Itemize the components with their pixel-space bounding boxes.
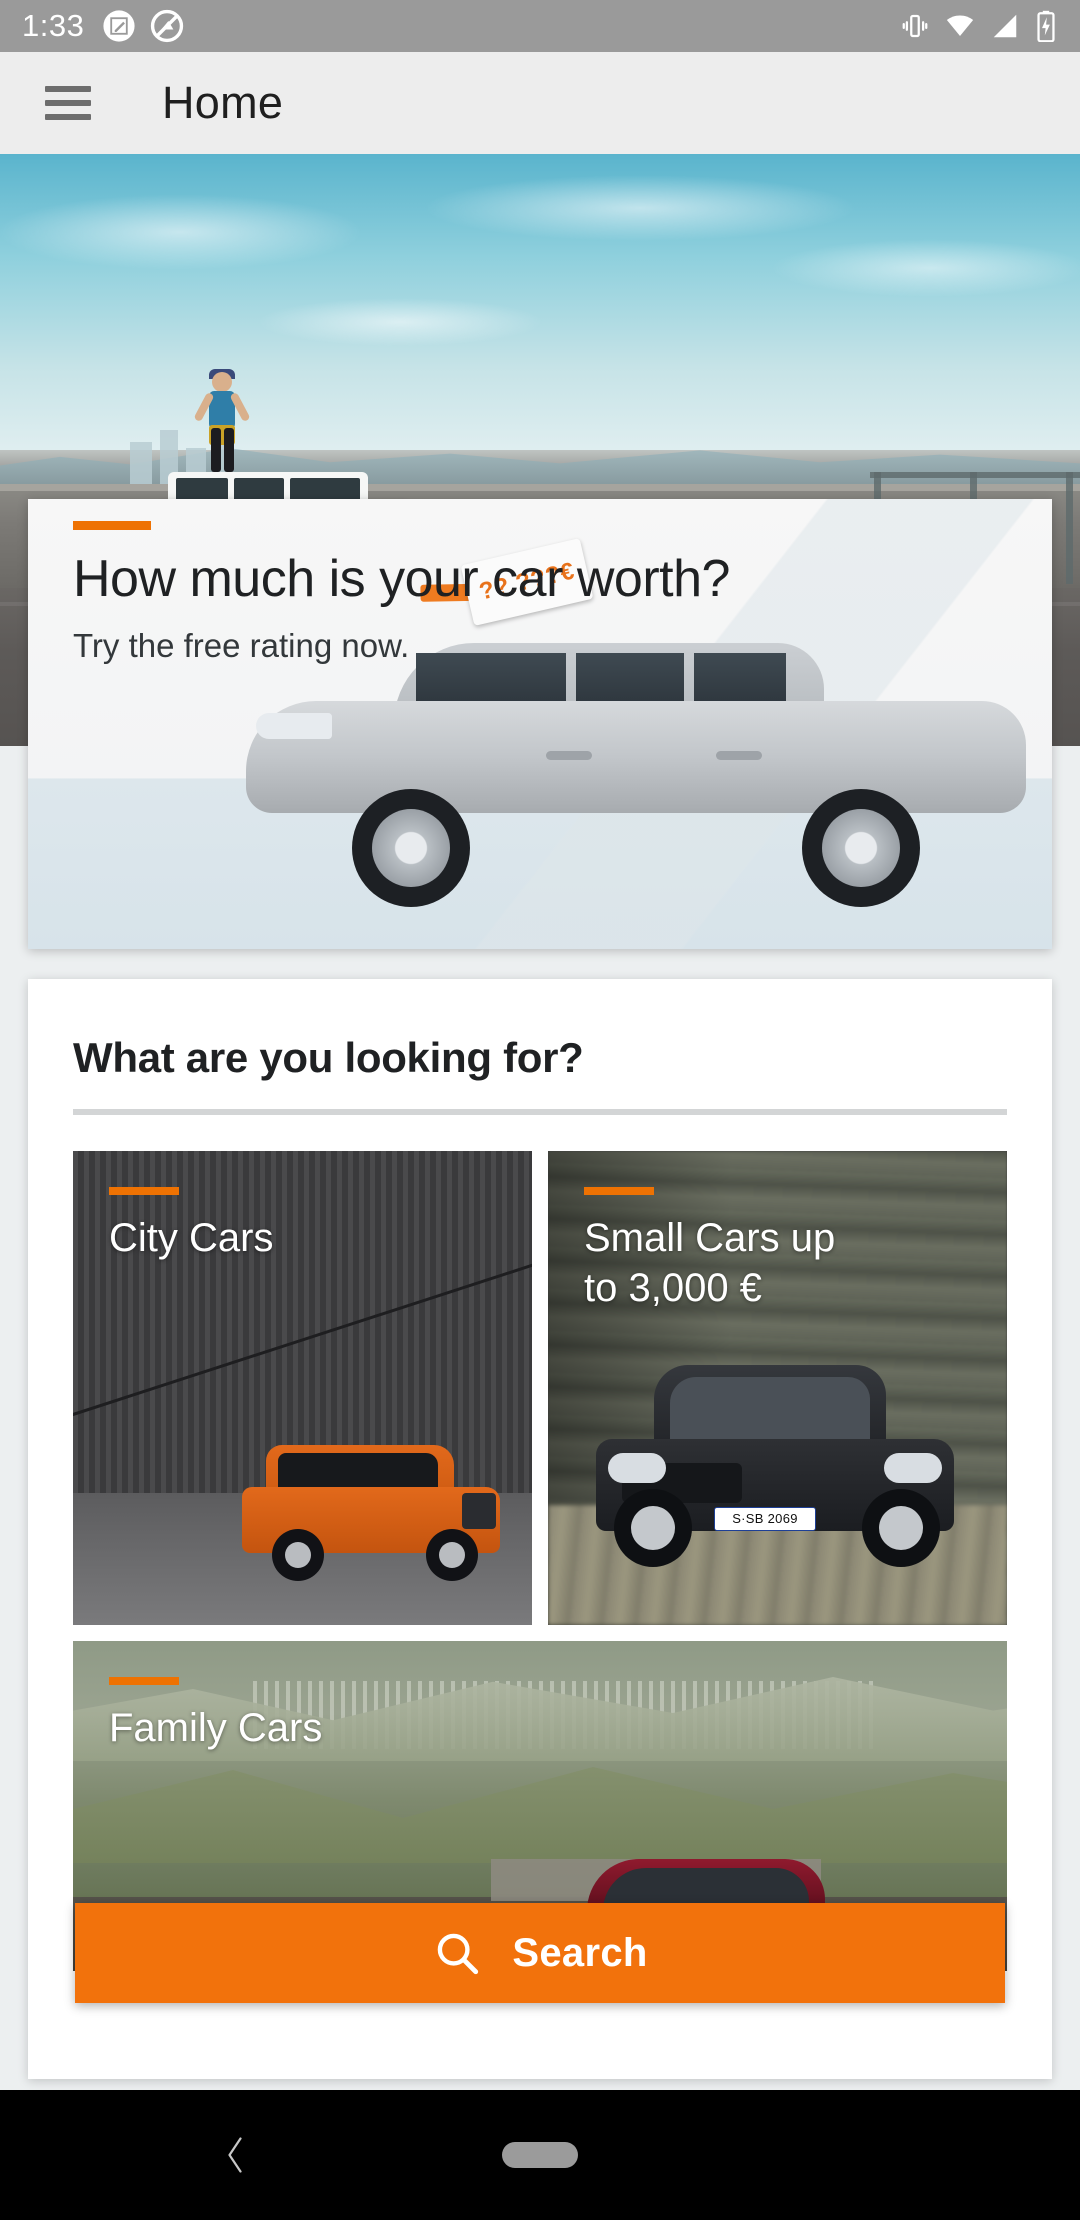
wifi-icon <box>946 15 974 36</box>
battery-charging-icon <box>1037 10 1055 42</box>
category-tile-grid: City Cars S·SB 2069 Small Cars up to 3,0… <box>73 1151 1007 1971</box>
search-button-label: Search <box>512 1930 648 1975</box>
small-cars-illustration: S·SB 2069 <box>596 1365 954 1567</box>
person-on-roof <box>193 369 251 476</box>
status-bar-left-icons <box>102 9 184 43</box>
looking-for-heading: What are you looking for? <box>73 1034 584 1081</box>
dnd-slash-icon <box>151 9 184 43</box>
car-valuation-card[interactable]: ??.???€ How much is your car worth? Try … <box>28 499 1052 949</box>
hamburger-menu-icon[interactable] <box>45 86 91 120</box>
looking-for-divider <box>73 1109 1007 1115</box>
status-bar-clock: 1:33 <box>22 8 85 43</box>
page-title: Home <box>162 77 284 128</box>
system-nav-bar <box>0 2090 1080 2220</box>
family-cars-label: Family Cars <box>109 1706 323 1750</box>
status-bar: 1:33 <box>0 0 1080 52</box>
screenshot-edit-icon <box>103 10 135 42</box>
small-cars-accent-bar <box>584 1187 654 1195</box>
search-icon <box>438 1933 479 1975</box>
hamburger-line <box>45 100 91 106</box>
city-cars-label: City Cars <box>109 1216 274 1260</box>
home-pill-icon[interactable] <box>502 2142 578 2168</box>
hamburger-line <box>45 86 91 92</box>
category-tile-city-cars[interactable]: City Cars <box>73 1151 532 1625</box>
back-chevron-icon[interactable] <box>218 2133 252 2177</box>
status-bar-right-icons <box>900 10 1058 42</box>
scroll-content[interactable]: B·K 17396 mobile.de <box>0 154 1080 2090</box>
valuation-car-illustration <box>246 639 1026 929</box>
hamburger-line <box>45 114 91 120</box>
city-cars-accent-bar <box>109 1187 179 1195</box>
search-button[interactable]: Search <box>75 1903 1005 2003</box>
phone-screen: 1:33 Home ??.???€ How much is your car w… <box>0 0 1080 2220</box>
category-tile-row: City Cars S·SB 2069 Small Cars up to 3,0… <box>73 1151 1007 1625</box>
valuation-title: How much is your car worth? <box>73 550 730 608</box>
signal-icon <box>993 14 1017 38</box>
app-bar: Home <box>0 52 1080 154</box>
family-cars-accent-bar <box>109 1677 179 1685</box>
small-car-license-plate: S·SB 2069 <box>714 1507 816 1531</box>
category-tile-small-cars[interactable]: S·SB 2069 Small Cars up to 3,000 € <box>548 1151 1007 1625</box>
city-cars-illustration <box>242 1445 500 1581</box>
valuation-accent-bar <box>73 521 151 530</box>
valuation-subtitle: Try the free rating now. <box>73 627 410 664</box>
vibrate-icon <box>902 14 928 38</box>
small-cars-label: Small Cars up to 3,000 € <box>584 1216 836 1310</box>
hero-clouds <box>0 172 1080 382</box>
